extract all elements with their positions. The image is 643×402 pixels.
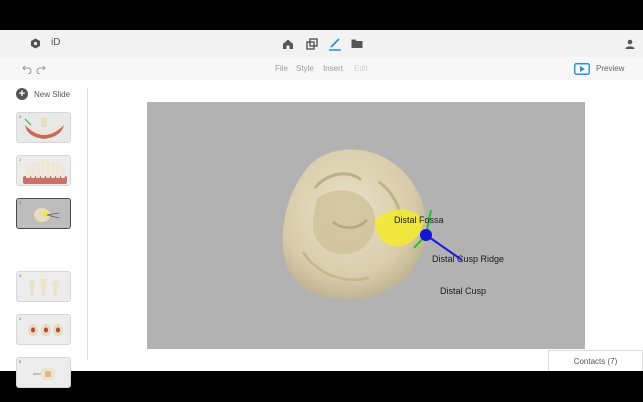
slide-number: 4: [19, 316, 22, 321]
slide-number: 0: [19, 114, 22, 119]
teeth-row-thumbnail-image: [23, 161, 67, 184]
play-icon[interactable]: [573, 62, 590, 75]
menu-file[interactable]: File: [275, 57, 288, 80]
sidebar-divider: [87, 88, 88, 360]
slide-number: 2: [19, 200, 22, 205]
contacts-tab[interactable]: Contacts (7): [548, 350, 643, 371]
single-teeth-thumbnail-image: [29, 279, 59, 298]
layers-icon[interactable]: [305, 37, 318, 50]
preview-button[interactable]: Preview: [596, 57, 624, 80]
app-window: iD File Style Insert Edit Preview + New …: [0, 30, 643, 388]
menu-insert[interactable]: Insert: [323, 57, 343, 80]
top-bar: iD: [0, 30, 643, 57]
slide-thumbnail-4[interactable]: 4: [16, 314, 71, 345]
home-icon[interactable]: [281, 37, 294, 50]
toolbar: File Style Insert Edit Preview: [0, 57, 643, 80]
app-logo: iD: [51, 37, 61, 48]
molar-3d-model[interactable]: [147, 102, 585, 349]
plus-icon: +: [16, 88, 28, 100]
slide-number: 1: [19, 157, 22, 162]
slide-thumbnail-3[interactable]: 3: [16, 271, 71, 302]
pen-icon[interactable]: [328, 36, 342, 51]
undo-icon[interactable]: [21, 63, 32, 74]
jaw-thumbnail-image: [24, 117, 64, 139]
menu-style[interactable]: Style: [296, 57, 314, 80]
slide-thumbnail-0[interactable]: 0: [16, 112, 71, 143]
molar-thumbnail-image: [34, 208, 60, 222]
tooth-cross-section-thumbnail-image: [33, 368, 55, 380]
label-distal-cusp[interactable]: Distal Cusp: [440, 286, 486, 296]
slide-thumbnail-2[interactable]: 2: [16, 198, 71, 229]
model-viewport[interactable]: Distal Fossa Distal Cusp Ridge Distal Cu…: [147, 102, 585, 349]
settings-icon[interactable]: [29, 37, 41, 49]
tooth-sections-thumbnail-image: [28, 324, 63, 336]
slide-number: 3: [19, 273, 22, 278]
new-slide-label: New Slide: [34, 89, 71, 99]
label-distal-fossa[interactable]: Distal Fossa: [394, 215, 444, 225]
redo-icon[interactable]: [35, 63, 46, 74]
menu-edit[interactable]: Edit: [354, 57, 368, 80]
new-slide-button[interactable]: + New Slide: [16, 87, 70, 101]
slide-thumbnail-5[interactable]: 5: [16, 357, 71, 388]
label-distal-cusp-ridge[interactable]: Distal Cusp Ridge: [432, 254, 504, 264]
user-icon[interactable]: [624, 38, 636, 50]
slide-number: 5: [19, 359, 22, 364]
slide-thumbnail-1[interactable]: 1: [16, 155, 71, 186]
folder-icon[interactable]: [350, 37, 363, 50]
